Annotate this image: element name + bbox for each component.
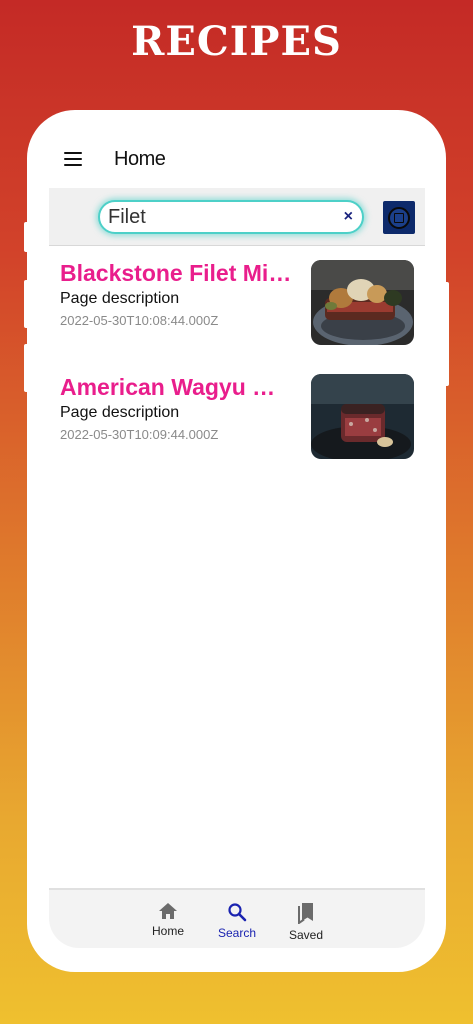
recipe-description: Page description bbox=[60, 290, 180, 307]
nav-label-saved: Saved bbox=[288, 928, 324, 942]
search-icon bbox=[228, 903, 247, 922]
nav-label-search: Search bbox=[217, 926, 257, 940]
nav-search[interactable]: Search bbox=[207, 902, 267, 946]
nav-home[interactable]: Home bbox=[138, 902, 198, 946]
nav-label-home: Home bbox=[151, 924, 184, 938]
app-bar: Home bbox=[49, 132, 425, 188]
list-item[interactable]: Blackstone Filet Mig... Page description… bbox=[49, 260, 425, 374]
bookmarks-icon bbox=[298, 903, 313, 924]
page-title: Home bbox=[114, 148, 166, 170]
list-item[interactable]: American Wagyu Ma... Page description 20… bbox=[49, 374, 425, 488]
recipe-description: Page description bbox=[60, 404, 180, 421]
search-input[interactable] bbox=[100, 205, 320, 229]
recipe-thumbnail[interactable] bbox=[311, 260, 414, 345]
home-icon bbox=[159, 903, 177, 919]
close-icon[interactable]: × bbox=[344, 208, 353, 226]
nav-saved[interactable]: Saved bbox=[276, 902, 336, 946]
recipe-date: 2022-05-30T10:08:44.000Z bbox=[60, 313, 219, 328]
banner-title: RECIPES bbox=[131, 18, 342, 65]
app-logo-icon[interactable] bbox=[383, 201, 415, 234]
bottom-navigation: Home Search Saved bbox=[49, 888, 425, 948]
hamburger-menu-icon[interactable] bbox=[64, 152, 82, 166]
recipe-thumbnail[interactable] bbox=[311, 374, 414, 459]
recipe-title[interactable]: American Wagyu Ma... bbox=[60, 374, 294, 401]
recipe-title[interactable]: Blackstone Filet Mig... bbox=[60, 260, 294, 287]
app-screen: Home × Blackstone Filet Mig... Page desc… bbox=[49, 132, 425, 948]
search-bar: × bbox=[49, 188, 425, 246]
results-list: Blackstone Filet Mig... Page description… bbox=[49, 260, 425, 488]
search-field[interactable]: × bbox=[98, 200, 364, 234]
recipe-date: 2022-05-30T10:09:44.000Z bbox=[60, 427, 219, 442]
